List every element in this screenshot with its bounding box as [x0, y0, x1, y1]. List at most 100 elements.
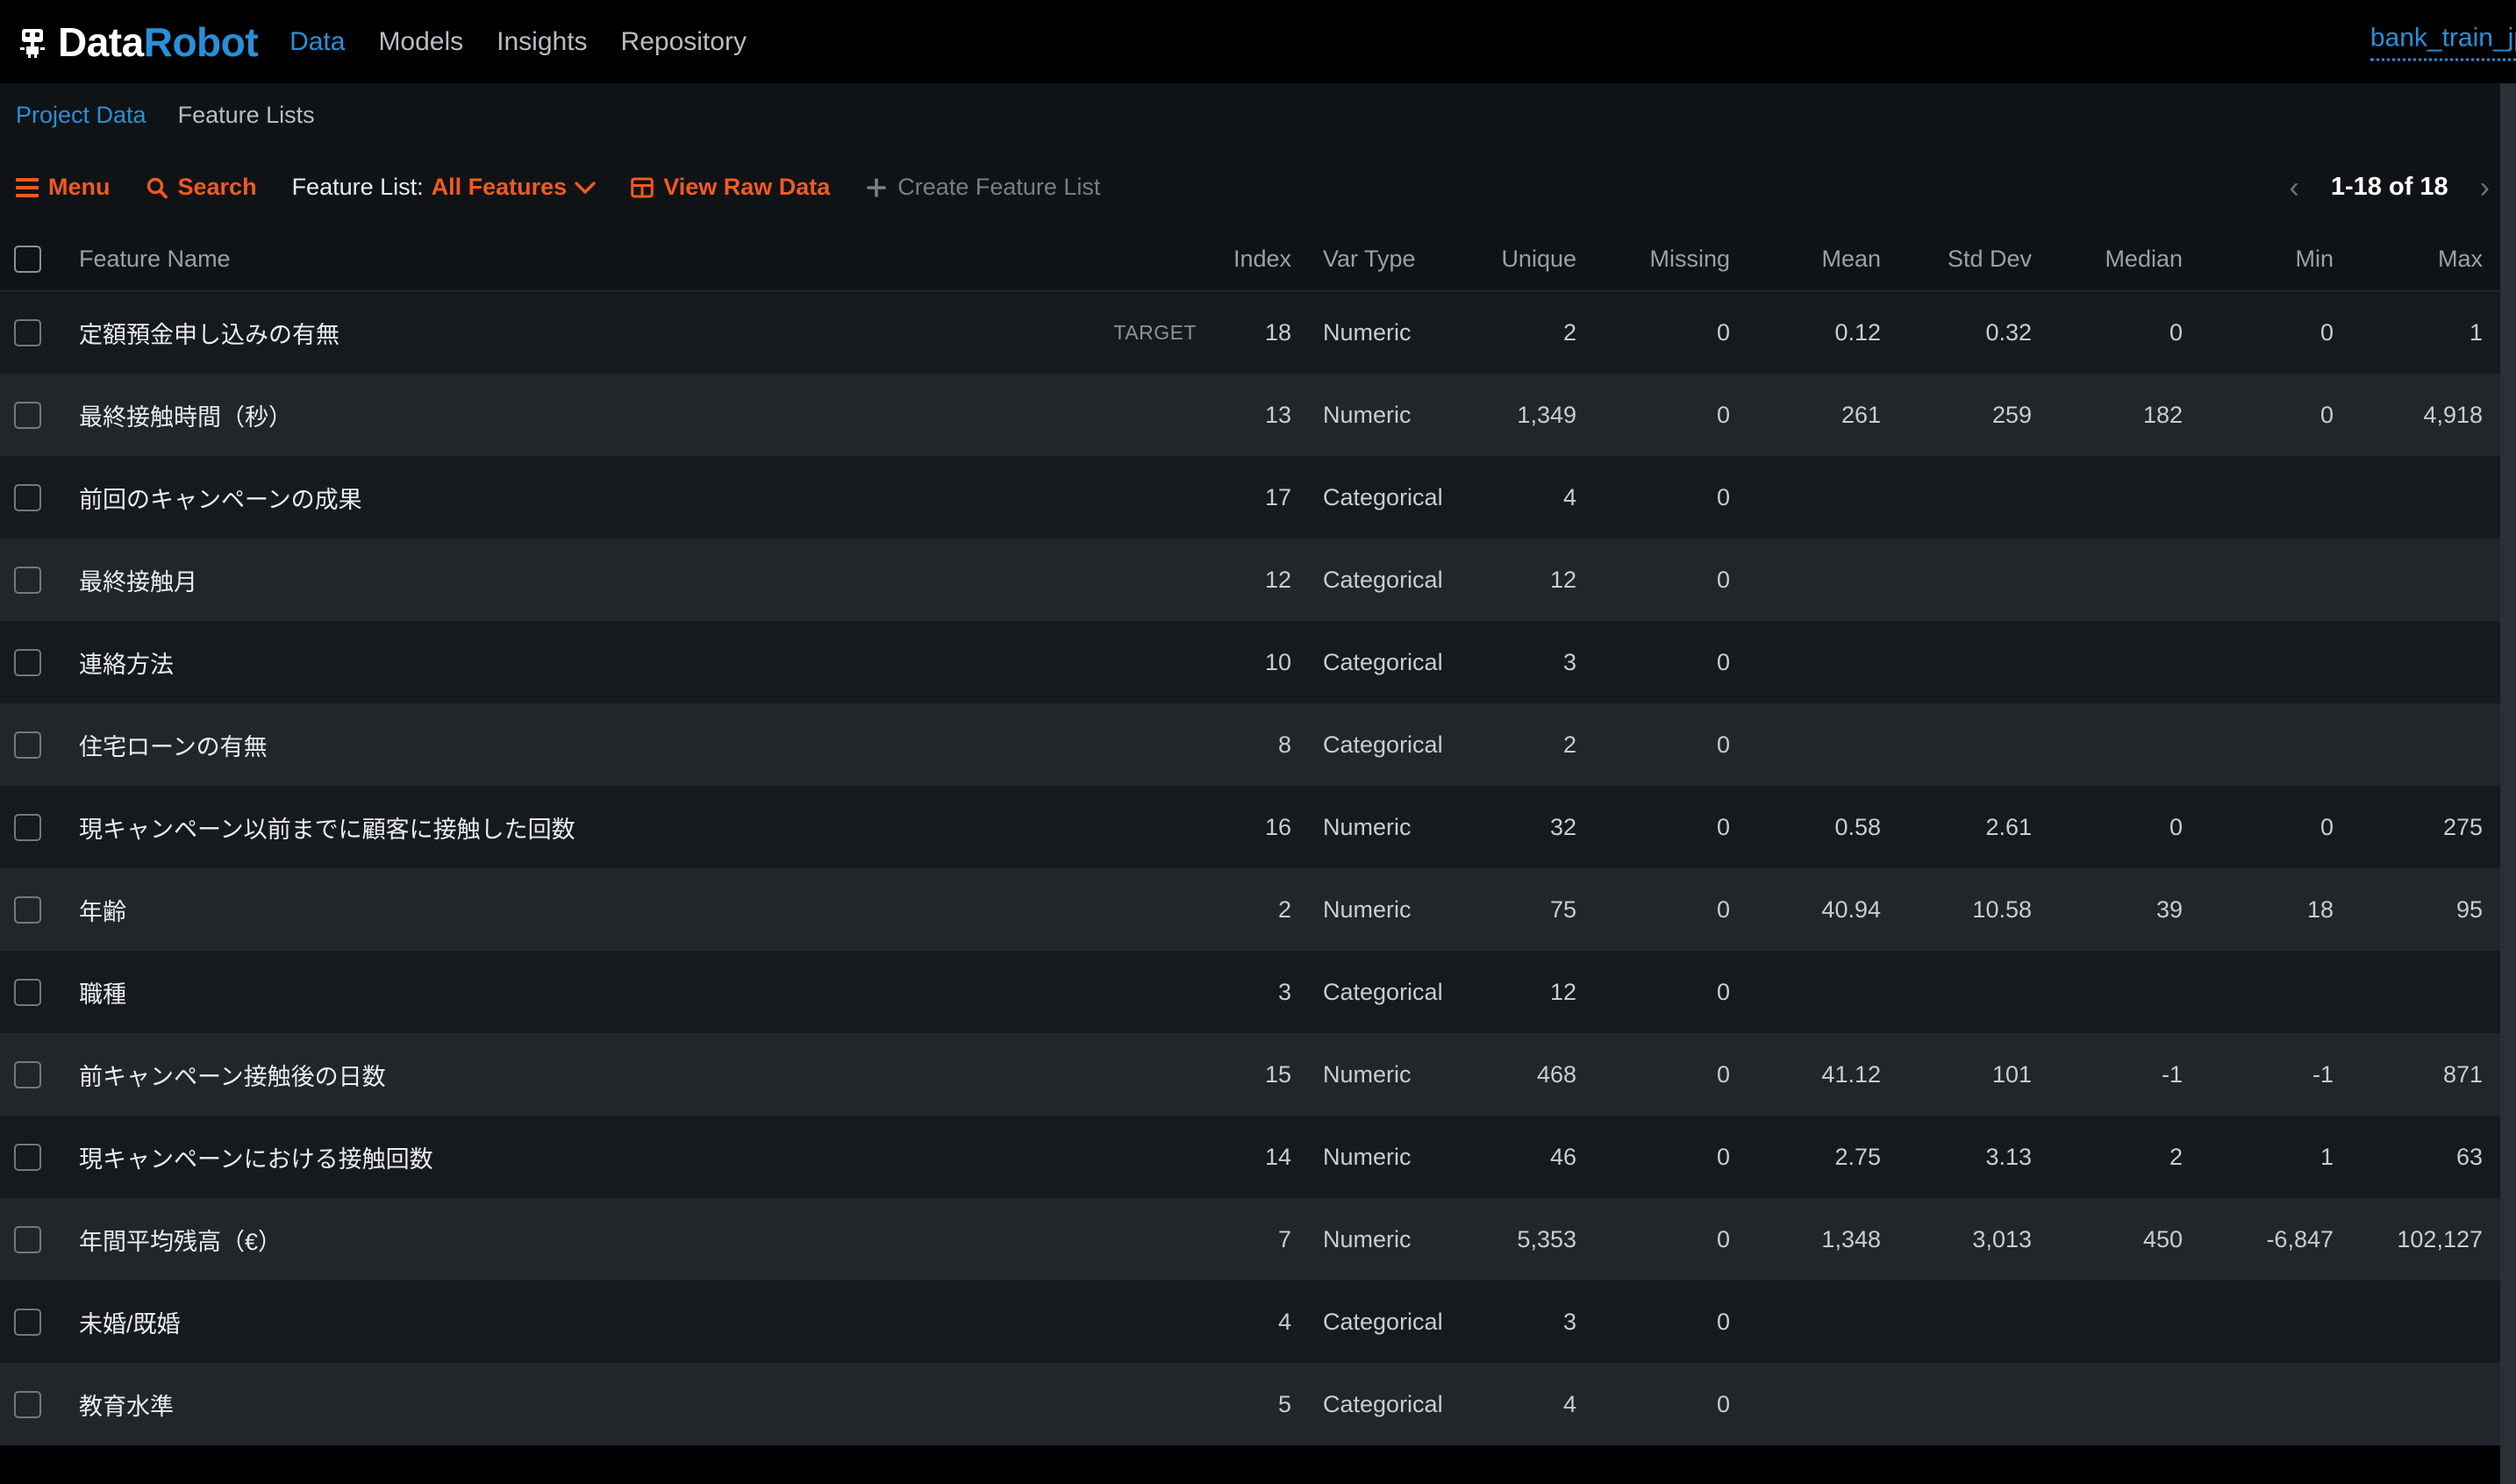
index-cell: 16: [1264, 813, 1291, 840]
feature-name-cell[interactable]: 前回のキャンペーンの成果: [54, 481, 1028, 515]
index-cell: 5: [1277, 1390, 1291, 1417]
row-checkbox[interactable]: [13, 1308, 41, 1336]
nav-item-insights[interactable]: Insights: [497, 28, 587, 55]
row-checkbox-cell: [0, 648, 54, 676]
feature-name-cell[interactable]: 未婚/既婚: [54, 1305, 1028, 1339]
column-header-median[interactable]: Median: [2048, 246, 2198, 273]
feature-name-cell[interactable]: 連絡方法: [54, 646, 1028, 680]
feature-name-cell[interactable]: 最終接触月: [54, 563, 1028, 597]
feature-name-cell[interactable]: 教育水準: [54, 1388, 1028, 1422]
datarobot-logo[interactable]: DataRobot: [16, 18, 259, 65]
std-dev-cell: 3,013: [1972, 1225, 2032, 1252]
feature-list-selector[interactable]: Feature List: All Features: [292, 174, 597, 201]
column-header-mean[interactable]: Mean: [1746, 246, 1897, 273]
nav-item-repository[interactable]: Repository: [621, 28, 747, 55]
table-row[interactable]: 最終接触月 12 Categorical 12 0: [0, 539, 2500, 621]
column-header-feature-name[interactable]: Feature Name: [54, 246, 1028, 273]
row-checkbox[interactable]: [13, 566, 41, 594]
row-checkbox-cell: [0, 401, 54, 429]
feature-name-cell[interactable]: 定額預金申し込みの有無: [54, 316, 1028, 350]
feature-name-cell[interactable]: 最終接触時間（秒）: [54, 398, 1028, 432]
row-checkbox[interactable]: [13, 648, 41, 676]
median-cell: 450: [2142, 1225, 2183, 1252]
row-checkbox[interactable]: [13, 1390, 41, 1418]
column-header-unique[interactable]: Unique: [1461, 246, 1592, 273]
menu-button[interactable]: Menu: [16, 174, 111, 202]
column-header-max[interactable]: Max: [2349, 246, 2500, 273]
search-button[interactable]: Search: [146, 174, 257, 201]
feature-name-cell[interactable]: 職種: [54, 975, 1028, 1010]
feature-name-cell[interactable]: 前キャンペーン接触後の日数: [54, 1058, 1028, 1092]
feature-name-cell[interactable]: 現キャンペーン以前までに顧客に接触した回数: [54, 810, 1028, 845]
table-row[interactable]: 教育水準 5 Categorical 4 0: [0, 1363, 2500, 1445]
row-checkbox-cell: [0, 978, 54, 1006]
var-type-cell: Categorical: [1323, 648, 1443, 675]
index-cell: 4: [1277, 1308, 1291, 1335]
table-row[interactable]: 定額預金申し込みの有無 TARGET 18 Numeric 2 0 0.12 0.32 0 0 1: [0, 291, 2500, 374]
create-feature-list-button[interactable]: Create Feature List: [865, 174, 1100, 201]
unique-cell: 1,349: [1517, 401, 1576, 428]
column-header-index[interactable]: Index: [1212, 246, 1307, 273]
column-header-min[interactable]: Min: [2198, 246, 2349, 273]
row-checkbox[interactable]: [13, 895, 41, 924]
chevron-right-icon[interactable]: ›: [2480, 173, 2490, 203]
row-checkbox[interactable]: [13, 1143, 41, 1171]
table-row[interactable]: 現キャンペーンにおける接触回数 14 Numeric 46 0 2.75 3.13 2 1 63: [0, 1116, 2500, 1198]
feature-list-value[interactable]: All Features: [432, 174, 568, 201]
subnav-item-project-data[interactable]: Project Data: [16, 102, 147, 129]
row-checkbox-cell: [0, 318, 54, 346]
row-checkbox[interactable]: [13, 1060, 41, 1088]
chevron-left-icon[interactable]: ‹: [2290, 173, 2299, 203]
table-row[interactable]: 現キャンペーン以前までに顧客に接触した回数 16 Numeric 32 0 0.58 2.6…: [0, 786, 2500, 868]
feature-name-cell[interactable]: 現キャンペーンにおける接触回数: [54, 1140, 1028, 1174]
feature-name-cell[interactable]: 年齢: [54, 893, 1028, 927]
table-row[interactable]: 未婚/既婚 4 Categorical 3 0: [0, 1281, 2500, 1363]
mean-cell: 261: [1841, 401, 1881, 428]
chevron-down-icon[interactable]: [575, 181, 596, 195]
mean-cell: 2.75: [1834, 1143, 1881, 1170]
table-row[interactable]: 年間平均残高（€） 7 Numeric 5,353 0 1,348 3,013 450 -6,8…: [0, 1198, 2500, 1281]
min-cell: 0: [2319, 813, 2334, 840]
nav-item-data[interactable]: Data: [289, 28, 345, 55]
table-row[interactable]: 最終接触時間（秒） 13 Numeric 1,349 0 261 259 182 0 4,918: [0, 374, 2500, 456]
table-row[interactable]: 前キャンペーン接触後の日数 15 Numeric 468 0 41.12 101 -1 -1 87…: [0, 1033, 2500, 1116]
row-checkbox-cell: [0, 483, 54, 511]
feature-name-cell[interactable]: 年間平均残高（€）: [54, 1223, 1028, 1257]
nav-item-models[interactable]: Models: [378, 28, 463, 55]
view-raw-data-label: View Raw Data: [663, 174, 831, 200]
column-header-var-type[interactable]: Var Type: [1307, 246, 1461, 273]
table-row[interactable]: 連絡方法 10 Categorical 3 0: [0, 621, 2500, 703]
row-checkbox[interactable]: [13, 1225, 41, 1253]
var-type-cell: Numeric: [1323, 401, 1412, 428]
pagination-label: 1-18 of 18: [2330, 173, 2448, 201]
brand-wordmark: DataRobot: [58, 18, 259, 65]
row-checkbox[interactable]: [13, 483, 41, 511]
missing-cell: 0: [1716, 566, 1730, 593]
median-cell: 0: [2169, 318, 2183, 346]
max-cell: 102,127: [2397, 1225, 2483, 1252]
table-row[interactable]: 住宅ローンの有無 8 Categorical 2 0: [0, 703, 2500, 786]
brand-data-text: Data: [58, 18, 144, 65]
column-header-missing[interactable]: Missing: [1592, 246, 1746, 273]
feature-name-cell[interactable]: 住宅ローンの有無: [54, 728, 1028, 762]
row-checkbox[interactable]: [13, 318, 41, 346]
var-type-cell: Categorical: [1323, 978, 1443, 1005]
table-row[interactable]: 前回のキャンペーンの成果 17 Categorical 4 0: [0, 456, 2500, 539]
target-badge: TARGET: [1113, 320, 1197, 344]
table-row[interactable]: 職種 3 Categorical 12 0: [0, 951, 2500, 1033]
column-header-std-dev[interactable]: Std Dev: [1897, 246, 2048, 273]
select-all-checkbox[interactable]: [13, 246, 41, 273]
row-checkbox[interactable]: [13, 813, 41, 841]
unique-cell: 2: [1562, 318, 1576, 346]
max-cell: 4,918: [2423, 401, 2483, 428]
row-checkbox[interactable]: [13, 401, 41, 429]
table-row[interactable]: 年齢 2 Numeric 75 0 40.94 10.58 39 18 95: [0, 868, 2500, 951]
row-checkbox[interactable]: [13, 978, 41, 1006]
var-type-cell: Numeric: [1323, 1143, 1412, 1170]
vertical-scrollbar[interactable]: [2500, 83, 2516, 1484]
row-checkbox[interactable]: [13, 731, 41, 759]
unique-cell: 4: [1562, 1390, 1576, 1417]
view-raw-data-button[interactable]: View Raw Data: [631, 174, 830, 201]
project-name-link[interactable]: bank_train_jp: [2369, 23, 2516, 61]
subnav-item-feature-lists[interactable]: Feature Lists: [178, 102, 315, 129]
